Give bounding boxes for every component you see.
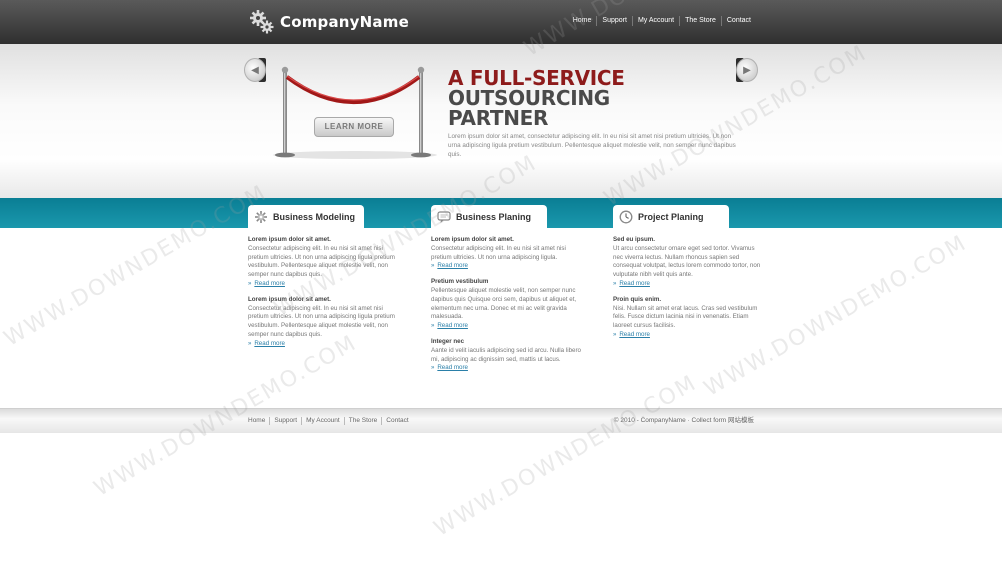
column-business-modeling: Lorem ipsum dolor sit amet. Consectetur …: [248, 236, 398, 356]
read-more-link[interactable]: Read more: [254, 280, 285, 289]
copyright-text: © 2010 - CompanyName · Collect form 网站模板: [613, 417, 754, 424]
hero-headline: A FULL-SERVICE OUTSOURCING PARTNER: [448, 68, 625, 128]
gears-icon: [250, 10, 274, 34]
nav-my-account[interactable]: My Account: [631, 16, 679, 26]
read-more-link[interactable]: Read more: [437, 262, 468, 271]
footer-nav-support[interactable]: Support: [269, 417, 301, 425]
article-title: Sed eu ipsum.: [613, 236, 655, 243]
nav-support[interactable]: Support: [596, 16, 632, 26]
read-more-row: » Read more: [613, 331, 763, 340]
article-title: Proin quis enim.: [613, 295, 662, 303]
article-item: Proin quis enim. Nisi. Nullam sit amet e…: [613, 296, 763, 340]
footer-nav-home[interactable]: Home: [248, 417, 269, 425]
article-title: Lorem ipsum dolor sit amet.: [248, 236, 331, 243]
hero-headline-line-2: OUTSOURCING: [448, 86, 610, 110]
hero-headline-line-3: PARTNER: [448, 106, 549, 130]
article-item: Sed eu ipsum. Ut arcu consectetur ornare…: [613, 236, 763, 289]
nav-the-store[interactable]: The Store: [679, 16, 721, 26]
velvet-rope-illustration: [273, 66, 437, 159]
read-more-row: » Read more: [613, 280, 763, 289]
arrow-right-icon: »: [613, 280, 617, 287]
article-item: Integer nec Aante id velit iaculis adipi…: [431, 338, 581, 373]
column-business-planing: Lorem ipsum dolor sit amet. Consectetur …: [431, 236, 581, 380]
arrow-right-icon: »: [431, 323, 435, 330]
clock-icon: [619, 210, 633, 224]
tab-business-planing[interactable]: Business Planing: [431, 205, 547, 229]
arrow-right-icon: »: [431, 365, 435, 372]
top-nav: Home Support My Account The Store Contac…: [568, 16, 756, 26]
footer-nav-contact[interactable]: Contact: [381, 417, 412, 425]
article-item: Lorem ipsum dolor sit amet. Consectetur …: [248, 236, 398, 289]
read-more-link[interactable]: Read more: [437, 322, 468, 331]
arrow-right-icon: »: [248, 280, 252, 287]
article-title: Integer nec: [431, 337, 465, 345]
article-title: Lorem ipsum dolor sit amet.: [431, 236, 514, 243]
nav-contact[interactable]: Contact: [720, 16, 756, 26]
watermark: WWW.DOWNDEMO.COM: [430, 370, 702, 542]
read-more-row: » Read more: [248, 340, 398, 349]
chevron-left-icon: ◀: [251, 64, 259, 76]
site-footer: Home Support My Account The Store Contac…: [0, 408, 1002, 433]
nav-home[interactable]: Home: [568, 16, 597, 26]
hero-headline-line-1: A FULL-SERVICE: [448, 66, 625, 90]
article-text: Nisi. Nullam sit amet erat lacus. Cras s…: [613, 304, 758, 330]
speech-bubble-icon: [437, 211, 451, 223]
tab-title: Project Planing: [638, 212, 704, 222]
learn-more-button[interactable]: LEARN MORE: [314, 117, 394, 137]
read-more-link[interactable]: Read more: [619, 331, 650, 340]
read-more-row: » Read more: [431, 364, 581, 373]
article-text: Consectetur adipiscing elit. In eu nisi …: [248, 304, 395, 338]
tab-project-planing[interactable]: Project Planing: [613, 205, 729, 229]
footer-nav-my-account[interactable]: My Account: [301, 417, 344, 425]
read-more-row: » Read more: [431, 322, 581, 331]
tab-business-modeling[interactable]: Business Modeling: [248, 205, 364, 229]
article-text: Pellentesque aliquet molestie velit, non…: [431, 286, 577, 321]
article-text: Consectetur adipiscing elit. In eu nisi …: [431, 244, 566, 261]
arrow-right-icon: »: [248, 340, 252, 347]
read-more-link[interactable]: Read more: [254, 340, 285, 349]
read-more-link[interactable]: Read more: [619, 280, 650, 289]
slider-prev-button[interactable]: ◀: [244, 58, 266, 82]
gear-icon: [255, 211, 267, 223]
site-header: CompanyName Home Support My Account The …: [0, 0, 1002, 44]
article-text: Ut arcu consectetur ornare eget sed tort…: [613, 244, 761, 279]
footer-nav: Home Support My Account The Store Contac…: [248, 417, 413, 425]
article-title: Lorem ipsum dolor sit amet.: [248, 295, 331, 303]
read-more-link[interactable]: Read more: [437, 364, 468, 373]
tab-title: Business Planing: [456, 212, 532, 222]
arrow-right-icon: »: [613, 331, 617, 338]
slider-next-button[interactable]: ▶: [736, 58, 758, 82]
article-item: Lorem ipsum dolor sit amet. Consectetur …: [431, 236, 581, 271]
read-more-row: » Read more: [431, 262, 581, 271]
article-title: Pretium vestibulum: [431, 278, 489, 286]
column-project-planing: Sed eu ipsum. Ut arcu consectetur ornare…: [613, 236, 763, 347]
article-item: Lorem ipsum dolor sit amet. Consectetur …: [248, 296, 398, 349]
read-more-row: » Read more: [248, 280, 398, 289]
logo-text: CompanyName: [280, 13, 409, 31]
article-text: Consectetur adipiscing elit. In eu nisi …: [248, 244, 395, 279]
hero-description: Lorem ipsum dolor sit amet, consectetur …: [448, 133, 736, 158]
article-item: Pretium vestibulum Pellentesque aliquet …: [431, 278, 581, 331]
tab-title: Business Modeling: [273, 212, 356, 222]
chevron-right-icon: ▶: [743, 64, 751, 76]
arrow-right-icon: »: [431, 263, 435, 270]
logo[interactable]: CompanyName: [248, 8, 409, 36]
footer-nav-the-store[interactable]: The Store: [343, 417, 382, 425]
article-text: Aante id velit iaculis adipiscing sed id…: [431, 346, 581, 363]
